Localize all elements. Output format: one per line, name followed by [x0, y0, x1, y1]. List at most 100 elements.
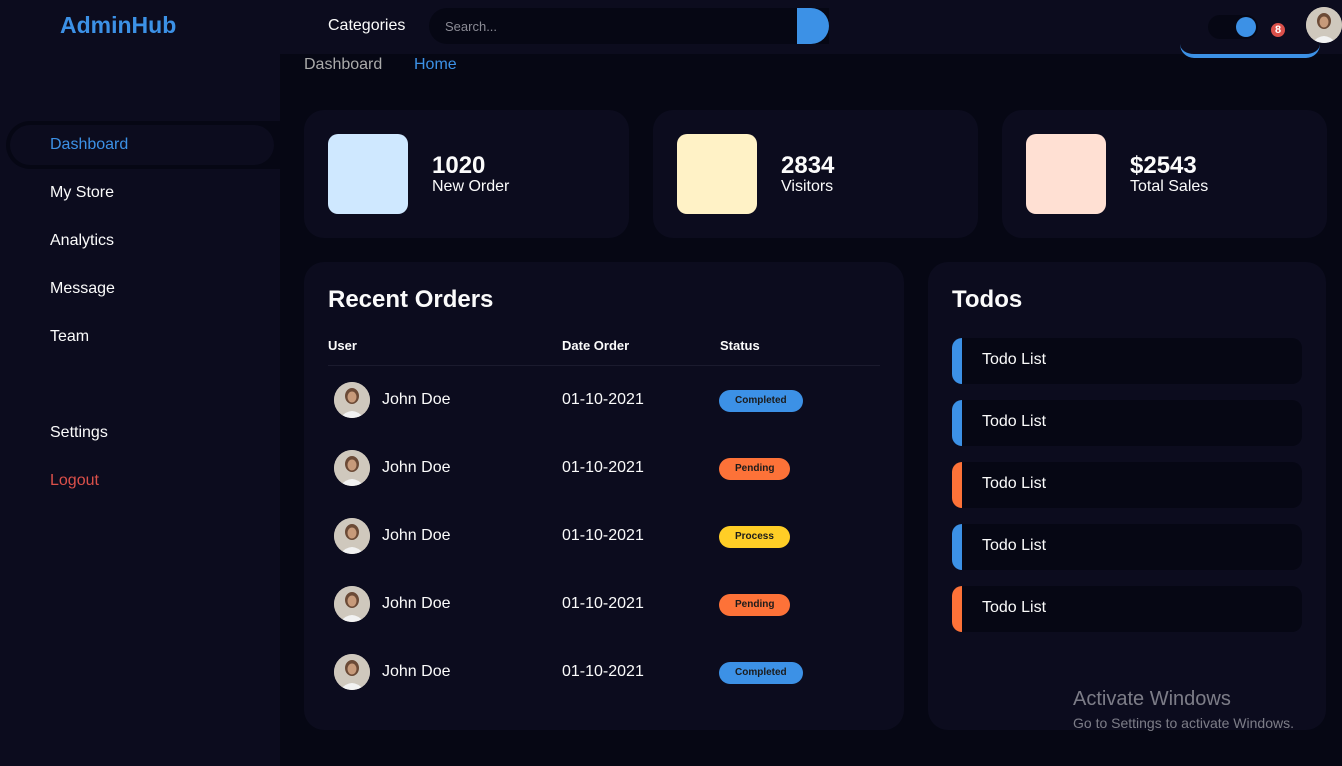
- sidebar-item-label: My Store: [50, 184, 115, 201]
- sidebar-item-settings[interactable]: Settings: [0, 409, 280, 457]
- column-header-status: Status: [720, 338, 760, 353]
- sidebar-item-label: Dashboard: [50, 136, 129, 153]
- cart-icon: [328, 134, 408, 214]
- column-header-user: User: [328, 338, 357, 353]
- categories-link[interactable]: Categories: [328, 17, 405, 35]
- dollar-icon: [1026, 134, 1106, 214]
- sidebar: AdminHub Dashboard My Store Analytics Me…: [0, 0, 280, 766]
- side-menu-bottom: Settings Logout: [0, 409, 280, 505]
- table-row[interactable]: John Doe 01-10-2021 Pending: [328, 434, 880, 502]
- search-button[interactable]: [797, 8, 829, 44]
- status-badge: Pending: [719, 594, 791, 616]
- table-header: User Date Order Status: [328, 338, 880, 366]
- status-badge: Completed: [719, 662, 803, 684]
- brand-logo[interactable]: AdminHub: [60, 12, 176, 39]
- watermark-subtitle: Go to Settings to activate Windows.: [1073, 715, 1294, 731]
- theme-toggle[interactable]: [1208, 15, 1258, 39]
- breadcrumb-dashboard[interactable]: Dashboard: [304, 56, 382, 74]
- table-row[interactable]: John Doe 01-10-2021 Completed: [328, 366, 880, 434]
- sidebar-item-team[interactable]: Team: [0, 313, 280, 361]
- top-nav: Categories 8: [280, 0, 1342, 58]
- user-name: John Doe: [382, 663, 451, 680]
- todo-status-bar: [952, 338, 962, 384]
- search-form: [429, 8, 829, 44]
- sidebar-item-dashboard[interactable]: Dashboard: [6, 121, 280, 169]
- avatar: [334, 518, 370, 554]
- avatar: [334, 450, 370, 486]
- stat-label: New Order: [432, 178, 510, 195]
- download-button[interactable]: [1180, 44, 1320, 58]
- toggle-knob: [1236, 17, 1256, 37]
- sidebar-item-my-store[interactable]: My Store: [0, 169, 280, 217]
- notification-badge[interactable]: 8: [1270, 22, 1286, 38]
- order-date: 01-10-2021: [562, 663, 644, 680]
- sidebar-item-label: Team: [50, 328, 90, 345]
- todo-item[interactable]: Todo List: [952, 462, 1302, 508]
- sidebar-item-logout[interactable]: Logout: [0, 457, 280, 505]
- table-row[interactable]: John Doe 01-10-2021 Process: [328, 502, 880, 570]
- order-date: 01-10-2021: [562, 527, 644, 544]
- stat-card-visitors: 2834 Visitors: [653, 110, 978, 238]
- todo-item[interactable]: Todo List: [952, 586, 1302, 632]
- status-badge: Pending: [719, 458, 791, 480]
- panel-title: Recent Orders: [328, 286, 494, 313]
- stat-value: 2834: [781, 152, 835, 179]
- person-icon: [334, 586, 370, 622]
- sidebar-item-label: Settings: [50, 424, 108, 441]
- watermark-title: Activate Windows: [1073, 688, 1231, 710]
- stat-card-total-sales: $2543 Total Sales: [1002, 110, 1327, 238]
- table-row[interactable]: John Doe 01-10-2021 Pending: [328, 570, 880, 638]
- user-name: John Doe: [382, 595, 451, 612]
- table-row[interactable]: John Doe 01-10-2021 Completed: [328, 638, 880, 706]
- sidebar-item-label: Message: [50, 280, 115, 297]
- stat-label: Total Sales: [1130, 178, 1209, 195]
- avatar: [334, 654, 370, 690]
- sidebar-item-analytics[interactable]: Analytics: [0, 217, 280, 265]
- person-icon: [334, 382, 370, 418]
- user-name: John Doe: [382, 527, 451, 544]
- windows-activation-watermark: Activate Windows Go to Settings to activ…: [1073, 688, 1294, 731]
- todo-item[interactable]: Todo List: [952, 524, 1302, 570]
- person-icon: [334, 450, 370, 486]
- sidebar-item-label: Logout: [50, 472, 99, 489]
- panel-title: Todos: [952, 286, 1023, 313]
- todo-item[interactable]: Todo List: [952, 338, 1302, 384]
- todo-label: Todo List: [982, 537, 1047, 554]
- stat-value: $2543: [1130, 152, 1197, 179]
- group-icon: [677, 134, 757, 214]
- avatar: [334, 382, 370, 418]
- order-date: 01-10-2021: [562, 391, 644, 408]
- breadcrumb-home[interactable]: Home: [414, 56, 457, 74]
- todo-item[interactable]: Todo List: [952, 400, 1302, 446]
- person-icon: [334, 654, 370, 690]
- recent-orders-panel: Recent Orders User Date Order Status Joh…: [304, 262, 904, 730]
- todo-status-bar: [952, 400, 962, 446]
- status-badge: Process: [719, 526, 790, 548]
- todo-label: Todo List: [982, 351, 1047, 368]
- stat-label: Visitors: [781, 178, 834, 195]
- column-header-date: Date Order: [562, 338, 630, 353]
- stat-card-new-order: 1020 New Order: [304, 110, 629, 238]
- main-content: Categories 8 Dashboard Home 1020 New Ord…: [280, 0, 1342, 766]
- todo-status-bar: [952, 462, 962, 508]
- sidebar-item-message[interactable]: Message: [0, 265, 280, 313]
- order-date: 01-10-2021: [562, 595, 644, 612]
- profile-avatar[interactable]: [1306, 7, 1342, 43]
- stat-value: 1020: [432, 152, 486, 179]
- user-name: John Doe: [382, 459, 451, 476]
- user-name: John Doe: [382, 391, 451, 408]
- person-icon: [334, 518, 370, 554]
- search-input[interactable]: [429, 8, 797, 44]
- todo-status-bar: [952, 524, 962, 570]
- todo-label: Todo List: [982, 413, 1047, 430]
- todos-panel: Todos Todo List Todo List Todo List Todo…: [928, 262, 1326, 730]
- sidebar-item-label: Analytics: [50, 232, 115, 249]
- todo-label: Todo List: [982, 599, 1047, 616]
- avatar: [334, 586, 370, 622]
- order-date: 01-10-2021: [562, 459, 644, 476]
- status-badge: Completed: [719, 390, 803, 412]
- todo-label: Todo List: [982, 475, 1047, 492]
- side-menu: Dashboard My Store Analytics Message Tea…: [0, 121, 280, 361]
- todo-status-bar: [952, 586, 962, 632]
- person-icon: [1306, 7, 1342, 43]
